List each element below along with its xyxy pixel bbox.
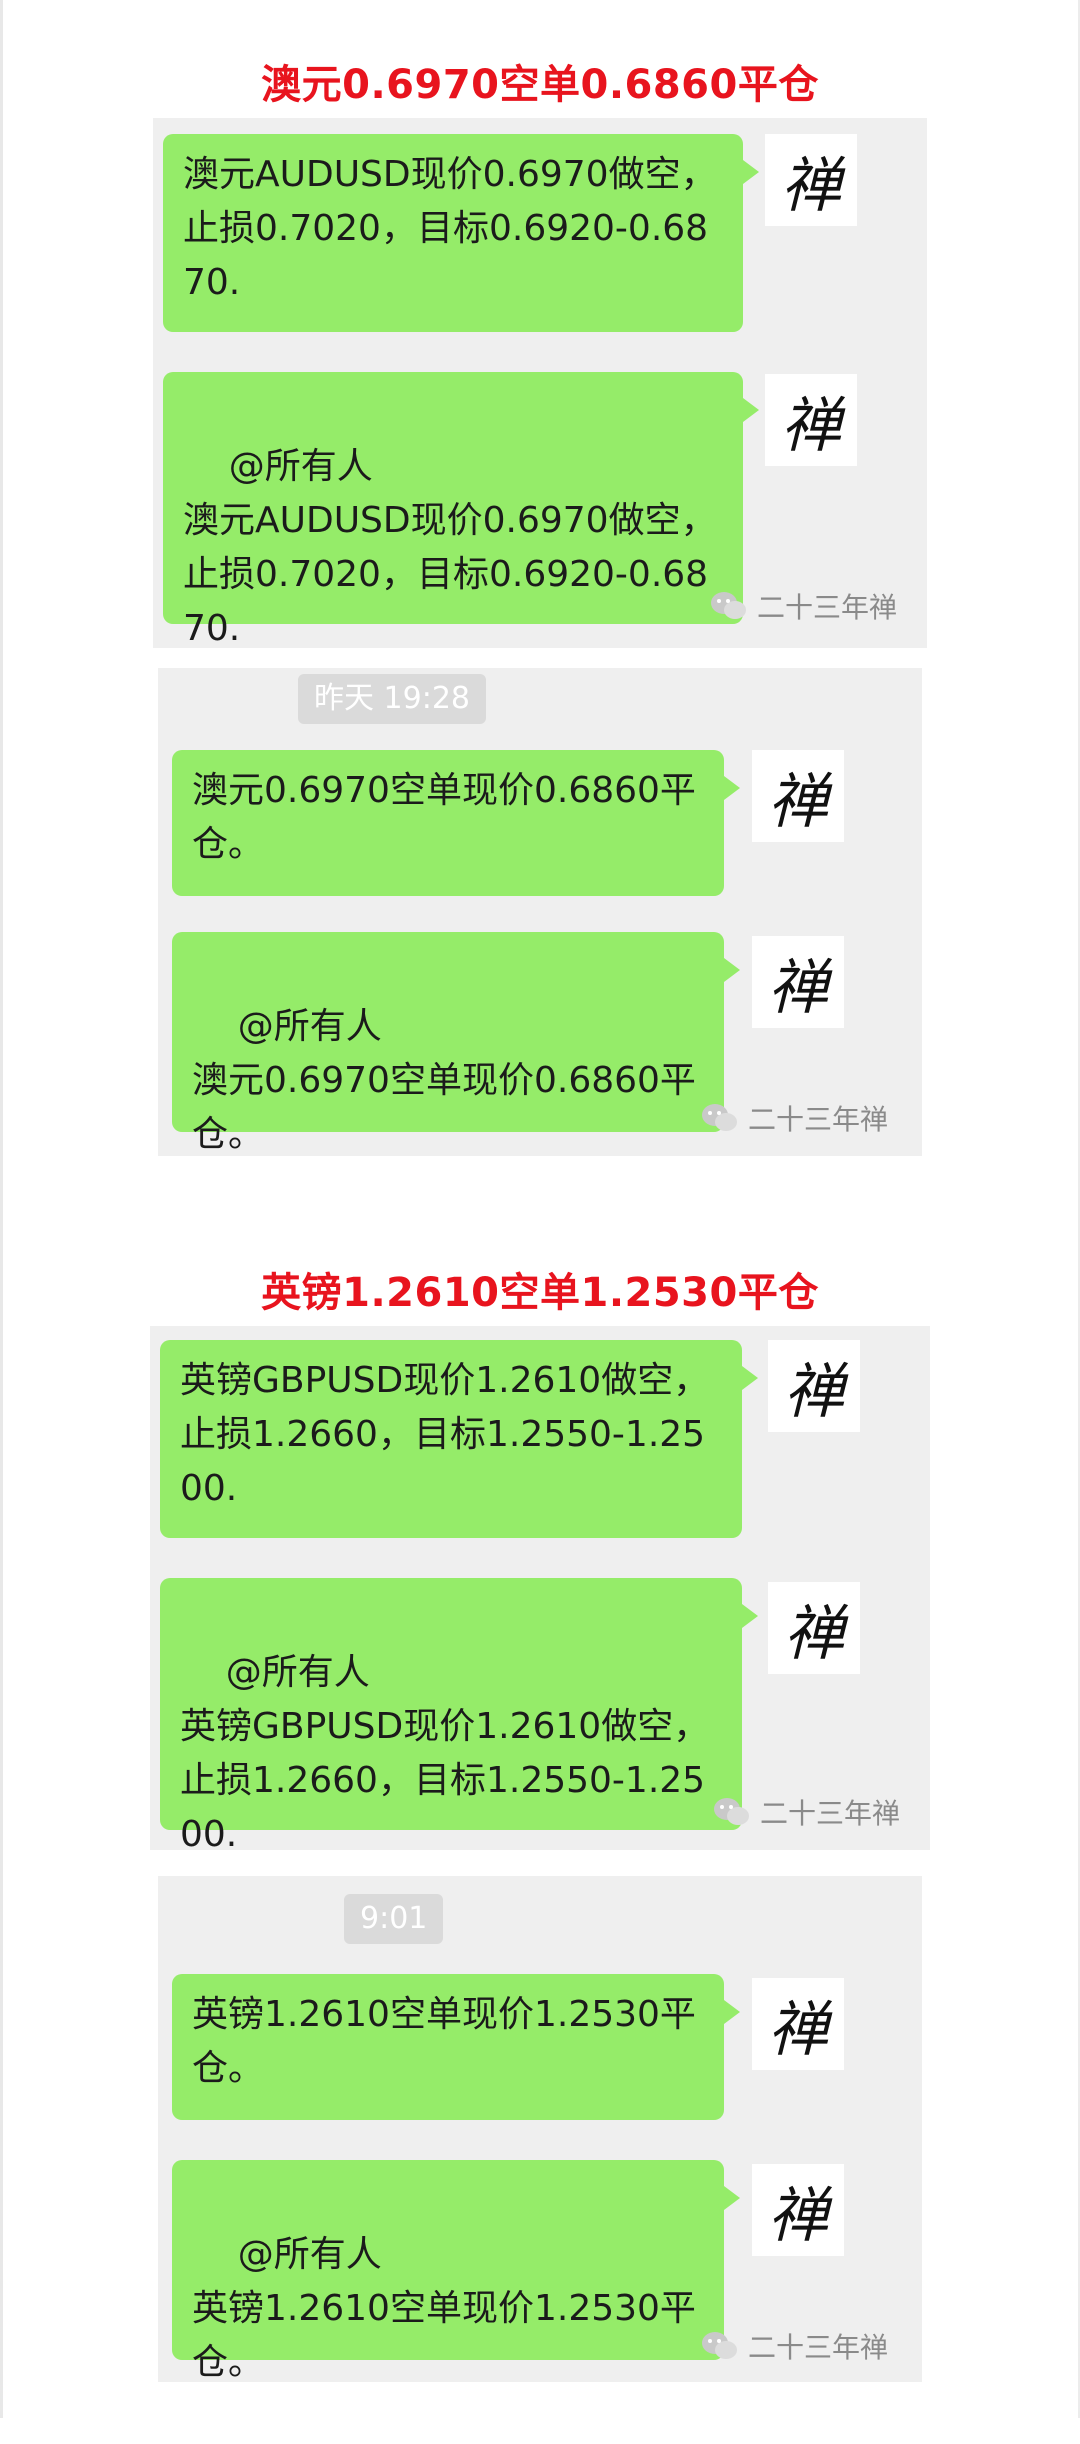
calligraphy-avatar[interactable]: 禅 — [765, 374, 857, 466]
message-bubble[interactable]: 英镑GBPUSD现价1.2610做空，止损1.2660，目标1.2550-1.2… — [160, 1340, 758, 1538]
message-text: 英镑1.2610空单现价1.2530平仓。 — [192, 1994, 696, 2089]
watermark-text: 二十三年禅 — [748, 1103, 889, 1136]
message-text: @所有人 澳元AUDUSD现价0.6970做空，止损0.7020，目标0.692… — [183, 446, 717, 649]
message-text: 澳元0.6970空单现价0.6860平仓。 — [192, 770, 696, 865]
message-bubble[interactable]: @所有人 澳元AUDUSD现价0.6970做空，止损0.7020，目标0.692… — [163, 372, 759, 649]
message-text: @所有人 英镑1.2610空单现价1.2530平仓。 — [192, 2234, 696, 2383]
message-bubble[interactable]: @所有人 英镑1.2610空单现价1.2530平仓。 — [172, 2160, 740, 2383]
calligraphy-avatar[interactable]: 禅 — [752, 936, 844, 1028]
watermark-text: 二十三年禅 — [760, 1797, 901, 1830]
wechat-icon — [712, 1795, 752, 1829]
calligraphy-avatar[interactable]: 禅 — [765, 134, 857, 226]
calligraphy-avatar[interactable]: 禅 — [752, 2164, 844, 2256]
chat-screenshot: 英镑GBPUSD现价1.2610做空，止损1.2660，目标1.2550-1.2… — [150, 1326, 930, 1855]
wechat-icon — [709, 589, 749, 623]
message-bubble[interactable]: @所有人 澳元0.6970空单现价0.6860平仓。 — [172, 932, 740, 1155]
section-title-gbp: 英镑1.2610空单1.2530平仓 — [261, 1270, 819, 1316]
message-bubble[interactable]: 英镑1.2610空单现价1.2530平仓。 — [172, 1974, 740, 2120]
left-edge — [0, 0, 3, 2418]
chat-screenshot: 澳元AUDUSD现价0.6970做空，止损0.7020，目标0.6920-0.6… — [153, 118, 927, 649]
watermark: 二十三年禅 — [700, 1098, 888, 1138]
message-bubble[interactable]: @所有人 英镑GBPUSD现价1.2610做空，止损1.2660，目标1.255… — [160, 1578, 758, 1855]
message-text: 英镑GBPUSD现价1.2610做空，止损1.2660，目标1.2550-1.2… — [180, 1360, 710, 1509]
timestamp: 昨天 19:28 — [298, 674, 486, 724]
timestamp: 9:01 — [344, 1894, 444, 1944]
watermark-text: 二十三年禅 — [757, 591, 898, 624]
calligraphy-avatar[interactable]: 禅 — [752, 750, 844, 842]
watermark: 二十三年禅 — [712, 1792, 900, 1832]
chat-screenshot: 9:01 英镑1.2610空单现价1.2530平仓。 禅 @所有人 英镑1.26… — [158, 1876, 922, 2383]
watermark: 二十三年禅 — [709, 586, 897, 626]
message-bubble[interactable]: 澳元AUDUSD现价0.6970做空，止损0.7020，目标0.6920-0.6… — [163, 134, 759, 332]
calligraphy-avatar[interactable]: 禅 — [768, 1340, 860, 1432]
calligraphy-avatar[interactable]: 禅 — [768, 1582, 860, 1674]
calligraphy-avatar[interactable]: 禅 — [752, 1978, 844, 2070]
watermark-text: 二十三年禅 — [748, 2331, 889, 2364]
chat-screenshot: 昨天 19:28 澳元0.6970空单现价0.6860平仓。 禅 @所有人 澳元… — [158, 668, 922, 1156]
watermark: 二十三年禅 — [700, 2326, 888, 2366]
section-title-aud: 澳元0.6970空单0.6860平仓 — [261, 62, 819, 108]
message-text: @所有人 澳元0.6970空单现价0.6860平仓。 — [192, 1006, 696, 1155]
wechat-icon — [700, 1101, 740, 1135]
message-bubble[interactable]: 澳元0.6970空单现价0.6860平仓。 — [172, 750, 740, 896]
message-text: 澳元AUDUSD现价0.6970做空，止损0.7020，目标0.6920-0.6… — [183, 154, 717, 303]
wechat-icon — [700, 2329, 740, 2363]
message-text: @所有人 英镑GBPUSD现价1.2610做空，止损1.2660，目标1.255… — [180, 1652, 710, 1855]
